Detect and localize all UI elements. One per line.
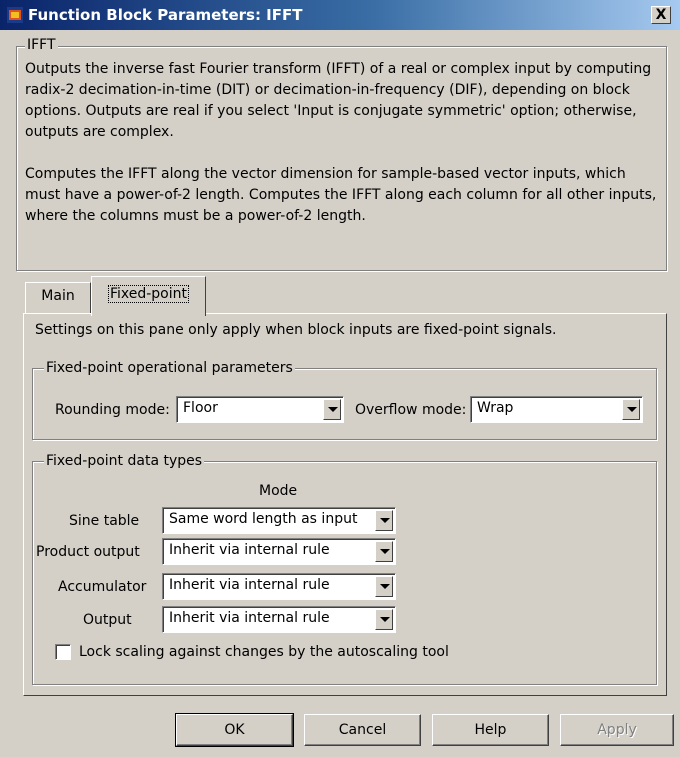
rounding-mode-label: Rounding mode: (55, 402, 170, 418)
chevron-down-icon[interactable] (375, 510, 393, 531)
cancel-button[interactable]: Cancel (304, 714, 421, 746)
overflow-mode-select[interactable]: Wrap (470, 396, 643, 423)
simulink-block-icon (7, 7, 23, 23)
accumulator-value: Inherit via internal rule (169, 577, 330, 593)
apply-button[interactable]: Apply (560, 714, 674, 746)
accumulator-select[interactable]: Inherit via internal rule (162, 573, 396, 600)
output-label: Output (83, 612, 132, 628)
sine-table-select[interactable]: Same word length as input (162, 507, 396, 534)
chevron-down-icon[interactable] (375, 576, 393, 597)
block-description: Outputs the inverse fast Fourier transfo… (25, 59, 661, 227)
overflow-mode-value: Wrap (477, 400, 514, 416)
data-types-title: Fixed-point data types (44, 453, 205, 469)
close-button[interactable]: X (651, 6, 671, 24)
operational-params-title: Fixed-point operational parameters (44, 360, 295, 376)
pane-note: Settings on this pane only apply when bl… (35, 322, 557, 338)
help-button[interactable]: Help (432, 714, 549, 746)
chevron-down-icon[interactable] (375, 541, 393, 562)
block-name-legend: IFFT (25, 37, 58, 53)
tab-fixed-point-label: Fixed-point (107, 285, 190, 303)
output-select[interactable]: Inherit via internal rule (162, 606, 396, 633)
chevron-down-icon[interactable] (622, 399, 640, 420)
window-title: Function Block Parameters: IFFT (28, 6, 303, 24)
tab-main-label: Main (41, 288, 75, 304)
rounding-mode-value: Floor (183, 400, 218, 416)
tab-fixed-point[interactable]: Fixed-point (91, 276, 206, 316)
tab-main[interactable]: Main (25, 282, 91, 314)
title-bar: Function Block Parameters: IFFT X (0, 0, 680, 30)
product-output-value: Inherit via internal rule (169, 542, 330, 558)
accumulator-label: Accumulator (58, 579, 147, 595)
lock-scaling-label[interactable]: Lock scaling against changes by the auto… (79, 643, 449, 661)
chevron-down-icon[interactable] (375, 609, 393, 630)
sine-table-label: Sine table (69, 513, 140, 529)
product-output-label: Product output (36, 544, 140, 560)
description-paragraph-1: Outputs the inverse fast Fourier transfo… (25, 61, 652, 140)
sine-table-value: Same word length as input (169, 511, 358, 527)
rounding-mode-select[interactable]: Floor (176, 396, 344, 423)
ok-button[interactable]: OK (175, 713, 294, 747)
lock-scaling-checkbox[interactable] (55, 644, 71, 660)
mode-column-header: Mode (259, 483, 298, 499)
description-paragraph-2: Computes the IFFT along the vector dimen… (25, 166, 657, 224)
chevron-down-icon[interactable] (323, 399, 341, 420)
output-value: Inherit via internal rule (169, 610, 330, 626)
product-output-select[interactable]: Inherit via internal rule (162, 538, 396, 565)
overflow-mode-label: Overflow mode: (355, 402, 467, 418)
